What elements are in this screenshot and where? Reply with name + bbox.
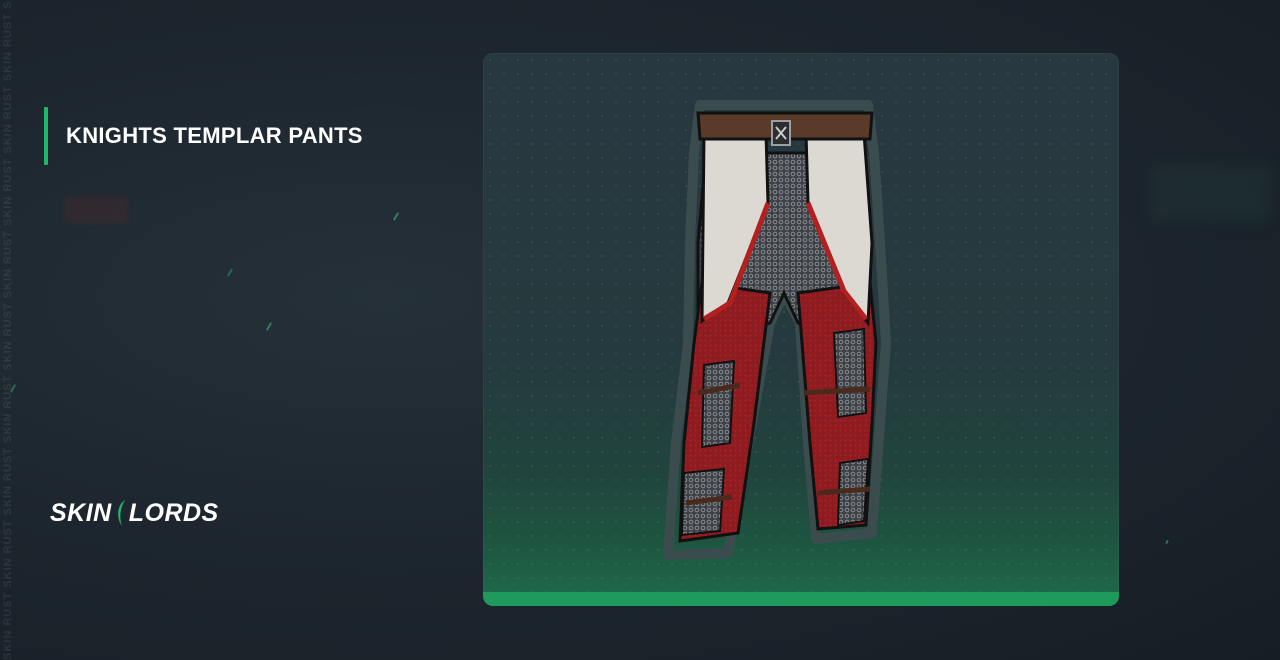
sparkle-2 xyxy=(265,322,273,331)
faint-badge xyxy=(64,196,128,224)
side-watermark: SKIN RUST SKIN RUST SKIN RUST SKIN RUST … xyxy=(2,0,14,660)
knights-templar-pants-image xyxy=(663,100,891,560)
brand-logo-right: LORDS xyxy=(128,498,219,527)
item-title: KNIGHTS TEMPLAR PANTS xyxy=(66,123,363,148)
brand-logo-left: SKIN xyxy=(50,498,112,527)
sparkle-5 xyxy=(1165,539,1169,545)
rarity-bar xyxy=(483,592,1119,606)
brand-logo: SKIN LORDS xyxy=(50,498,219,528)
brand-swoosh-icon xyxy=(117,500,125,526)
background-haze xyxy=(1150,165,1270,221)
item-card[interactable] xyxy=(483,53,1119,606)
sparkle-1 xyxy=(392,212,400,221)
title-block: KNIGHTS TEMPLAR PANTS xyxy=(44,107,363,165)
sparkle-3 xyxy=(226,268,234,277)
title-accent-bar xyxy=(44,107,48,165)
